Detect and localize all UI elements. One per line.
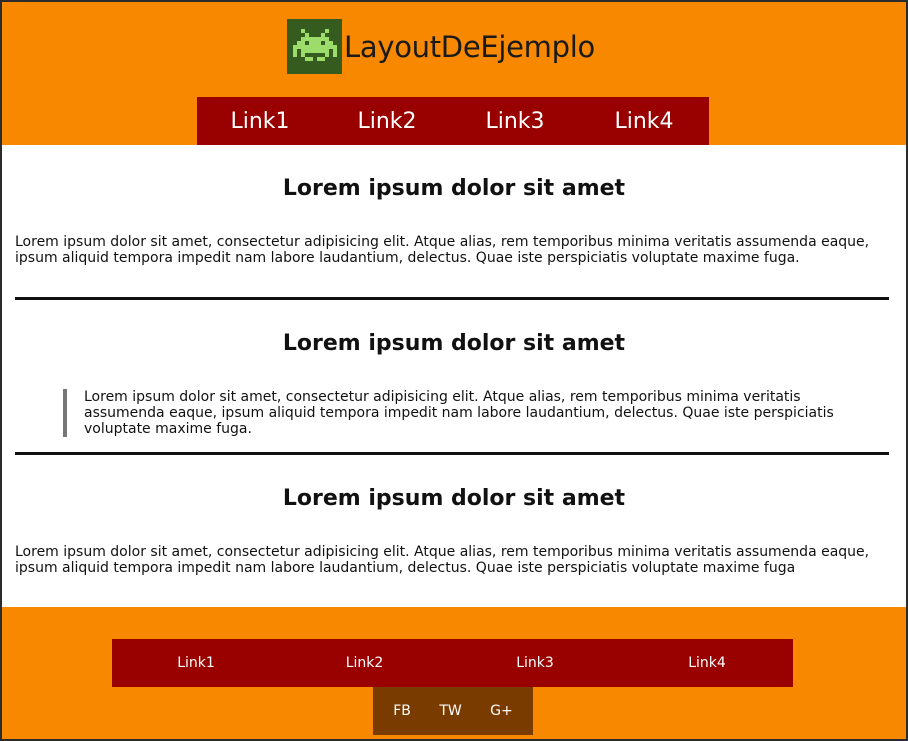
nav-link-4[interactable]: Link4 xyxy=(579,109,709,134)
section-3-title: Lorem ipsum dolor sit amet xyxy=(282,486,626,511)
social-links: FB TW G+ xyxy=(373,687,533,735)
brand-name: LayoutDeEjemplo xyxy=(344,29,595,64)
page: LayoutDeEjemplo Link1 Link2 Link3 Link4 … xyxy=(0,0,908,741)
twitter-link[interactable]: TW xyxy=(439,703,461,719)
section-3-text: Lorem ipsum dolor sit amet, consectetur … xyxy=(15,544,870,576)
divider-2 xyxy=(15,452,889,455)
facebook-link[interactable]: FB xyxy=(393,703,411,719)
footer-link-4[interactable]: Link4 xyxy=(621,655,793,671)
site-footer: Link1 Link2 Link3 Link4 FB TW G+ xyxy=(2,607,906,739)
divider-1 xyxy=(15,297,889,300)
google-plus-link[interactable]: G+ xyxy=(490,703,513,719)
site-header: LayoutDeEjemplo Link1 Link2 Link3 Link4 xyxy=(2,2,906,145)
nav-link-3[interactable]: Link3 xyxy=(451,109,579,134)
main-nav: Link1 Link2 Link3 Link4 xyxy=(197,97,709,145)
footer-link-2[interactable]: Link2 xyxy=(280,655,449,671)
section-2-quote: Lorem ipsum dolor sit amet, consectetur … xyxy=(63,389,843,437)
footer-nav: Link1 Link2 Link3 Link4 xyxy=(112,639,793,687)
footer-link-3[interactable]: Link3 xyxy=(449,655,621,671)
space-invader-icon xyxy=(287,19,342,74)
brand[interactable]: LayoutDeEjemplo xyxy=(287,19,595,74)
section-2-title: Lorem ipsum dolor sit amet xyxy=(282,331,626,356)
section-1-text: Lorem ipsum dolor sit amet, consectetur … xyxy=(15,234,870,266)
main-content: Lorem ipsum dolor sit amet Lorem ipsum d… xyxy=(2,145,906,607)
footer-link-1[interactable]: Link1 xyxy=(112,655,280,671)
section-1-title: Lorem ipsum dolor sit amet xyxy=(282,176,626,201)
nav-link-1[interactable]: Link1 xyxy=(197,109,323,134)
nav-link-2[interactable]: Link2 xyxy=(323,109,451,134)
